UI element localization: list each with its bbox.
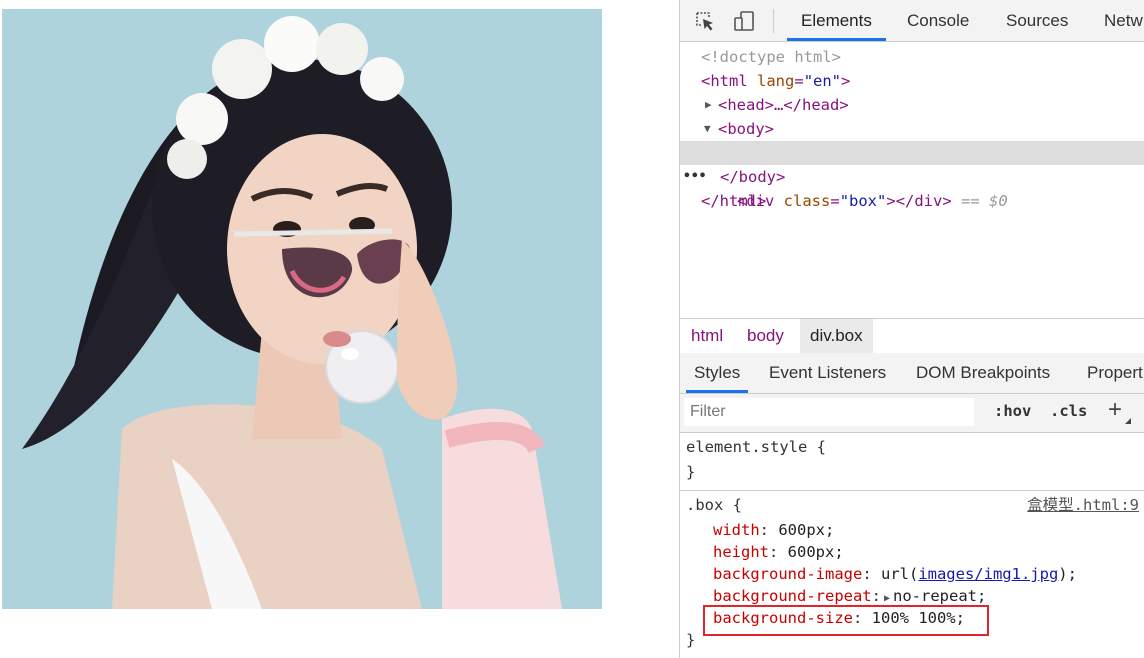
dom-head[interactable]: ▶ <head>…</head> bbox=[680, 93, 1144, 117]
devtools-panel: Elements Console Sources Netw <!doctype … bbox=[679, 0, 1144, 658]
breadcrumb: html body div.box bbox=[680, 318, 1144, 354]
rule-source-link[interactable]: 盒模型.html:9 bbox=[1027, 494, 1139, 516]
devtools-toolbar: Elements Console Sources Netw bbox=[680, 0, 1144, 42]
expand-triangle-icon[interactable]: ▶ bbox=[705, 93, 712, 117]
tab-sources[interactable]: Sources bbox=[1006, 0, 1068, 41]
image-url-link[interactable]: images/img1.jpg bbox=[918, 565, 1058, 583]
tab-properties[interactable]: Propert bbox=[1087, 353, 1143, 393]
styles-subtabs: Styles Event Listeners DOM Breakpoints P… bbox=[680, 353, 1144, 394]
tab-console[interactable]: Console bbox=[907, 0, 969, 41]
inspect-element-icon[interactable] bbox=[694, 10, 716, 32]
declaration-background-image[interactable]: background-image: url(images/img1.jpg); bbox=[713, 563, 1077, 585]
dom-body-open[interactable]: ▼ <body> bbox=[680, 117, 1144, 141]
portrait-photo bbox=[2, 9, 602, 609]
hov-toggle-button[interactable]: :hov bbox=[994, 402, 1031, 420]
tab-dom-breakpoints[interactable]: DOM Breakpoints bbox=[916, 353, 1050, 393]
declaration-height[interactable]: height: 600px; bbox=[713, 541, 844, 563]
rule-selector[interactable]: .box { bbox=[686, 494, 742, 516]
styles-filter-input[interactable] bbox=[684, 398, 974, 426]
tab-event-listeners[interactable]: Event Listeners bbox=[769, 353, 886, 393]
declaration-background-repeat[interactable]: background-repeat: ▶ no-repeat; bbox=[713, 585, 986, 607]
collapse-triangle-icon[interactable]: ▼ bbox=[704, 117, 711, 141]
rule-close: } bbox=[686, 631, 696, 649]
styles-filter-bar: :hov .cls + bbox=[680, 394, 1144, 433]
breadcrumb-html[interactable]: html bbox=[691, 319, 723, 353]
dom-tree: <!doctype html> <html lang="en"> ▶ <head>… bbox=[680, 42, 1144, 317]
new-style-rule-button[interactable]: + bbox=[1108, 396, 1122, 424]
dom-body-close[interactable]: </body> bbox=[680, 165, 1144, 189]
breadcrumb-div-box[interactable]: div.box bbox=[800, 319, 873, 353]
declaration-width[interactable]: width: 600px; bbox=[713, 519, 834, 541]
expand-triangle-icon[interactable]: ▶ bbox=[881, 593, 893, 604]
element-style-section: element.style { } bbox=[680, 434, 1144, 491]
element-style-selector[interactable]: element.style { bbox=[686, 436, 826, 458]
new-rule-menu-icon[interactable] bbox=[1125, 418, 1131, 424]
background-image-box bbox=[2, 9, 602, 609]
dom-doctype[interactable]: <!doctype html> bbox=[680, 45, 1144, 69]
device-toolbar-icon[interactable] bbox=[733, 10, 755, 32]
tab-styles[interactable]: Styles bbox=[685, 353, 749, 393]
tab-network[interactable]: Netw bbox=[1104, 0, 1143, 41]
highlight-annotation-box bbox=[703, 605, 989, 636]
cls-toggle-button[interactable]: .cls bbox=[1050, 402, 1087, 420]
dom-html-close[interactable]: </html> bbox=[680, 189, 1144, 213]
dom-html-open[interactable]: <html lang="en"> bbox=[680, 69, 1144, 93]
tab-elements[interactable]: Elements bbox=[787, 0, 886, 41]
dom-div-box-selected[interactable]: ••• <div class="box"></div> == $0 bbox=[680, 141, 1144, 210]
breadcrumb-body[interactable]: body bbox=[747, 319, 784, 353]
toolbar-divider bbox=[773, 9, 774, 33]
element-style-close: } bbox=[686, 463, 696, 481]
